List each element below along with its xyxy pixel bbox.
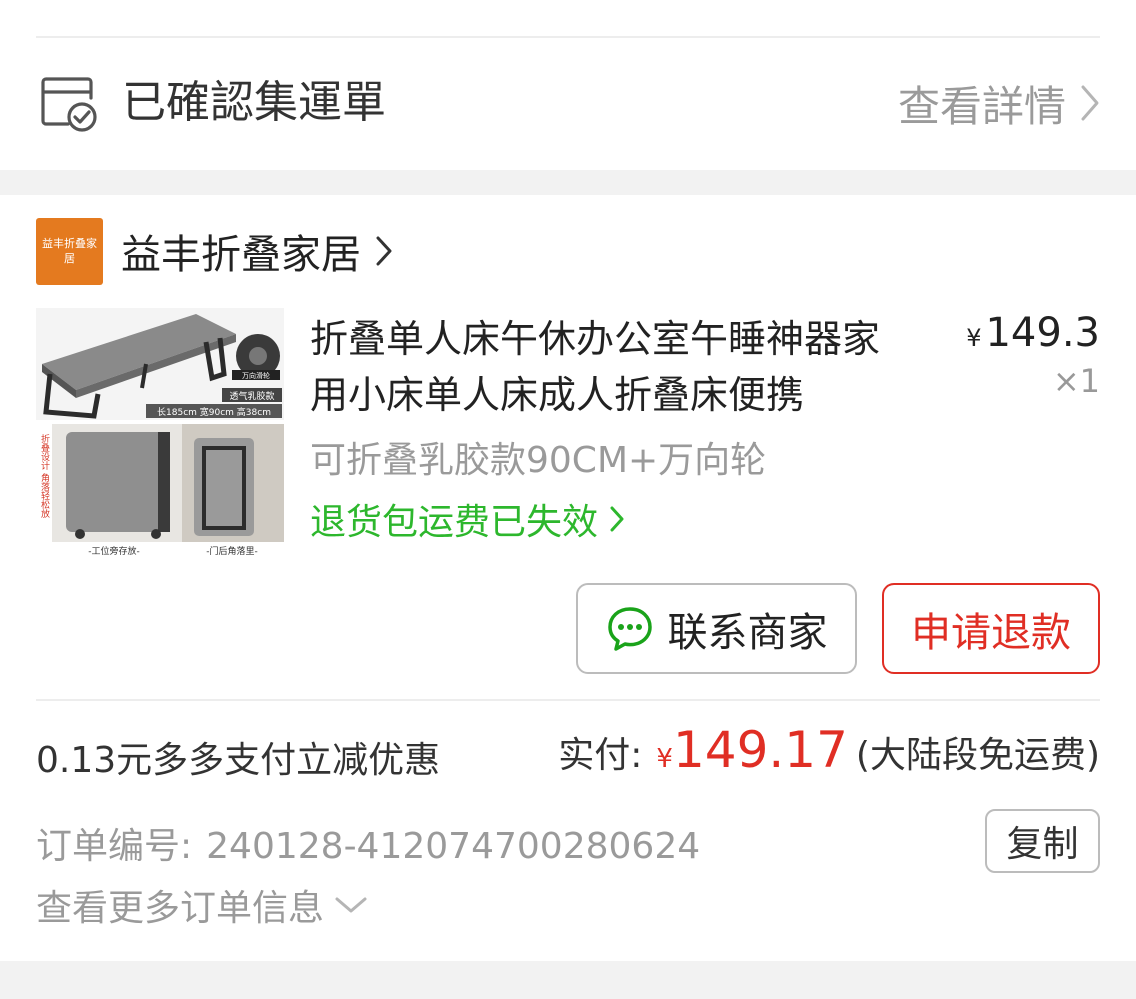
copy-order-number-button[interactable]: 复制 (985, 809, 1100, 873)
store-header[interactable]: 益丰折叠家居 益丰折叠家居 (36, 217, 393, 285)
feature-badge: 透气乳胶款 (229, 390, 274, 402)
chevron-right-icon (1081, 85, 1099, 121)
dimensions-badge: 长185cm 宽90cm 高38cm (157, 406, 271, 418)
unit-price-value: 149.3 (985, 310, 1100, 356)
amount-paid: 实付: ¥ 149.17 (大陆段免运费) (558, 721, 1100, 779)
price-column: ¥149.3 ×1 (966, 310, 1100, 400)
divider (36, 36, 1100, 38)
caster-label: 万向滑轮 (242, 371, 270, 380)
document-check-icon (40, 76, 100, 132)
contact-merchant-label: 联系商家 (667, 609, 828, 656)
order-card: 益丰折叠家居 益丰折叠家居 万向滑轮 透气乳胶款 长185cm 宽90cm 高3… (0, 195, 1136, 961)
payment-discount: 0.13元多多支付立减优惠 (36, 740, 441, 781)
amount-paid-value: 149.17 (672, 721, 848, 779)
divider (36, 699, 1100, 701)
side-text: 折叠设计 角落轻松放 (39, 433, 50, 519)
product-title[interactable]: 折叠单人床午休办公室午睡神器家用小床单人床成人折叠床便携 (310, 311, 910, 423)
consolidation-card: 已確認集運單 查看詳情 (0, 0, 1136, 170)
chevron-right-icon (610, 506, 624, 532)
view-details-link[interactable]: 查看詳情 (898, 76, 1100, 131)
caption-right: -门后角落里- (206, 545, 258, 557)
consolidation-status-row: 已確認集運單 查看詳情 (36, 70, 1100, 136)
store-name: 益丰折叠家居 (121, 232, 361, 278)
return-shipping-link[interactable]: 退货包运费已失效 (310, 493, 625, 545)
product-image[interactable]: 万向滑轮 透气乳胶款 长185cm 宽90cm 高38cm 折叠设计 角落轻松放… (36, 308, 284, 557)
contact-merchant-button[interactable]: 联系商家 (576, 583, 857, 674)
view-more-order-info-label: 查看更多订单信息 (36, 888, 325, 929)
chevron-down-icon (335, 897, 367, 913)
return-shipping-label: 退货包运费已失效 (310, 502, 599, 543)
order-number: 订单编号: 240128-412074700280624 (36, 817, 700, 869)
view-details-label: 查看詳情 (897, 81, 1066, 131)
consolidation-status-label: 已確認集運單 (122, 77, 386, 128)
store-logo: 益丰折叠家居 (36, 217, 103, 285)
product-sku: 可折叠乳胶款90CM+万向轮 (310, 440, 767, 481)
quantity: ×1 (1052, 362, 1100, 400)
currency-symbol: ¥ (966, 324, 982, 352)
request-refund-button[interactable]: 申请退款 (882, 583, 1100, 674)
unit-price: ¥149.3 (966, 310, 1100, 356)
shipping-note: (大陆段免运费) (855, 735, 1100, 776)
order-number-value: 240128-412074700280624 (206, 826, 701, 867)
amount-paid-label: 实付: (558, 735, 643, 776)
chat-bubble-icon (607, 606, 652, 651)
view-more-order-info[interactable]: 查看更多订单信息 (36, 879, 368, 931)
caption-left: -工位旁存放- (88, 545, 140, 557)
order-number-label: 订单编号: (36, 826, 193, 867)
chevron-right-icon (376, 236, 392, 266)
currency-symbol: ¥ (656, 744, 673, 774)
